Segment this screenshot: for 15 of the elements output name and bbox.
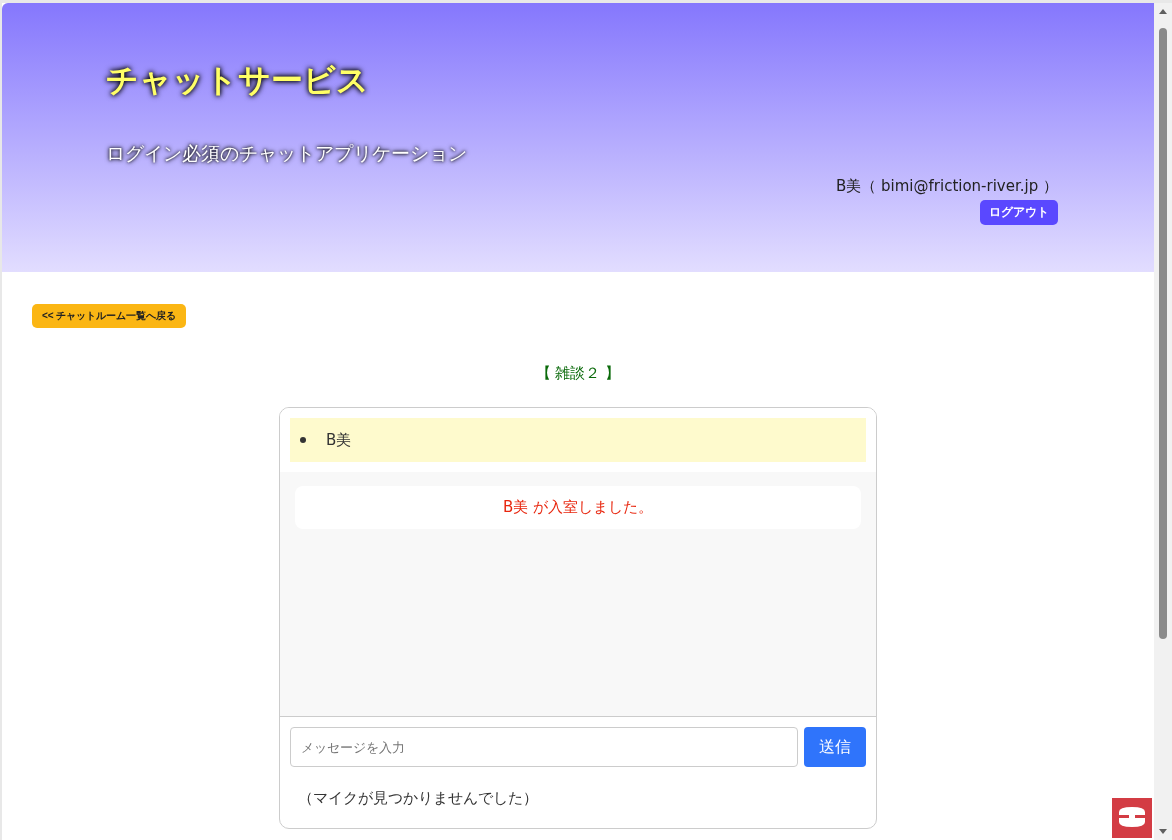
scroll-up-icon[interactable]	[1159, 9, 1167, 14]
message-input[interactable]: メッセージを入力	[290, 727, 798, 767]
room-title: 【 雑談２ 】	[534, 364, 622, 383]
back-button[interactable]: << チャットルーム一覧へ戻る	[32, 304, 187, 328]
scroll-down-icon[interactable]	[1159, 829, 1167, 834]
send-button[interactable]: 送信	[804, 727, 866, 767]
bullet-icon	[300, 437, 306, 443]
user-info: B美（ bimi@friction-river.jp ）	[836, 177, 1058, 196]
app-subtitle: ログイン必須のチャットアプリケーション	[106, 141, 467, 166]
app-title: チャットサービス	[106, 60, 369, 101]
member-name: B美	[326, 430, 352, 450]
scrollbar[interactable]	[1154, 3, 1172, 840]
logout-button[interactable]: ログアウト	[980, 200, 1058, 225]
mic-status: （マイクが見つかりませんでした）	[297, 788, 539, 809]
system-message: B美 が入室しました。	[295, 486, 861, 529]
